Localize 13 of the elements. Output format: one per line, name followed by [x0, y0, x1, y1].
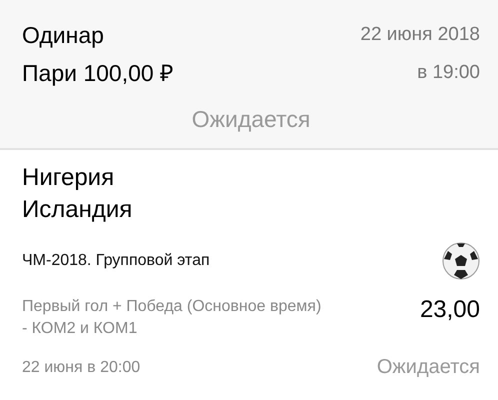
bet-stake: Пари 100,00 ₽	[22, 59, 174, 88]
bet-status: Ожидается	[192, 106, 310, 132]
soccer-ball-icon	[442, 242, 480, 280]
bet-type: Одинар	[22, 21, 105, 50]
team-name: Исландия	[22, 196, 132, 223]
team-name: Нигерия	[22, 164, 114, 191]
event-status: Ожидается	[376, 356, 480, 379]
odds-value: 23,00	[420, 296, 480, 324]
market-description: Первый гол + Победа (Основное время) - КОМ2 и КОМ1	[22, 297, 322, 339]
event-date: 22 июня в 20:00	[22, 358, 140, 376]
bet-date: 22 июня 2018	[360, 23, 480, 47]
bet-time: в 19:00	[416, 61, 480, 85]
tournament-name: ЧМ-2018. Групповой этап	[22, 252, 210, 270]
